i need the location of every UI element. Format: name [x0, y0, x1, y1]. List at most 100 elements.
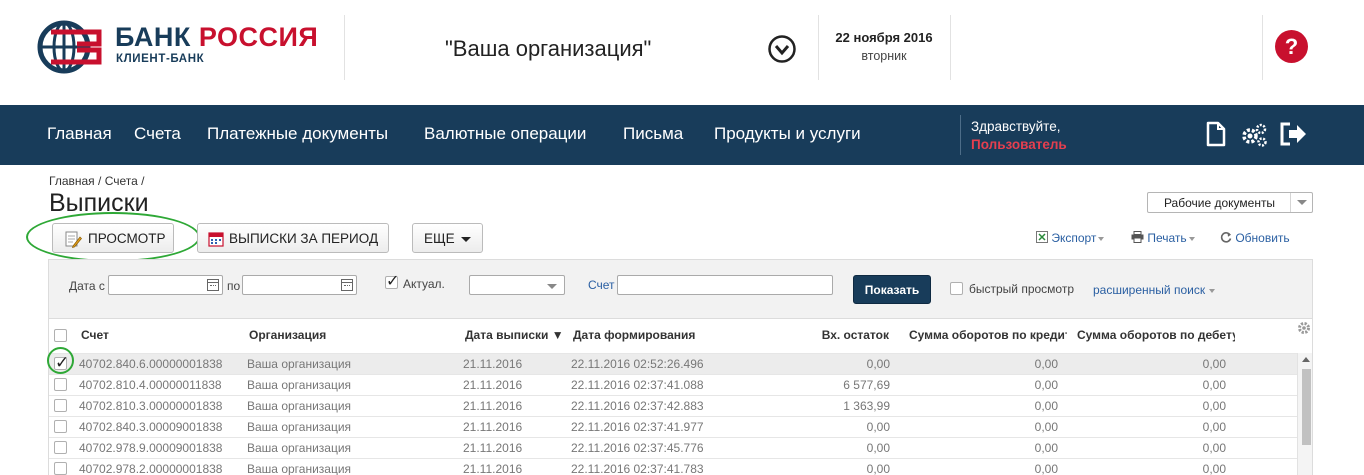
actual-checkbox[interactable]: ✓	[385, 273, 400, 290]
actual-type-select[interactable]	[469, 275, 565, 295]
row-checkbox[interactable]	[54, 420, 67, 433]
organization-name: "Ваша организация"	[445, 36, 652, 61]
cell-statement-date: 21.11.2016	[463, 462, 523, 475]
cell-account: 40702.840.6.00000001838	[79, 357, 223, 371]
nav-item-home[interactable]: Главная	[47, 124, 112, 144]
cell-account: 40702.810.4.00000011838	[79, 378, 222, 392]
row-checkbox[interactable]: ✓	[54, 354, 69, 371]
export-menu[interactable]: Экспорт	[1036, 231, 1105, 245]
period-statements-button[interactable]: ВЫПИСКИ ЗА ПЕРИОД	[197, 223, 389, 253]
table-row[interactable]: 40702.810.4.00000011838 Ваша организация 2…	[49, 374, 1297, 395]
nav-item-letters[interactable]: Письма	[623, 124, 683, 144]
vertical-scrollbar[interactable]	[1297, 353, 1312, 475]
cell-formed-date: 22.11.2016 02:37:41.977	[571, 420, 704, 434]
account-input[interactable]	[617, 275, 833, 295]
column-organization[interactable]: Организация	[249, 328, 326, 342]
greeting-text: Здравствуйте,	[971, 119, 1061, 134]
period-statements-label: ВЫПИСКИ ЗА ПЕРИОД	[229, 231, 379, 246]
nav-item-currency-operations[interactable]: Валютные операции	[424, 124, 586, 144]
calendar-icon	[208, 232, 224, 247]
export-label: Экспорт	[1051, 231, 1097, 245]
breadcrumb-home[interactable]: Главная	[49, 174, 95, 188]
nav-item-payment-docs[interactable]: Платежные документы	[207, 124, 388, 144]
view-button[interactable]: ПРОСМОТР	[52, 223, 174, 253]
column-statement-date[interactable]: Дата выписки ▼	[465, 328, 564, 342]
quick-view-checkbox[interactable]	[950, 282, 963, 295]
quick-view-label: быстрый просмотр	[969, 282, 1075, 296]
table-row[interactable]: 40702.978.2.00000001838 Ваша организация 2…	[49, 458, 1297, 475]
cell-debit-turnover: 0,00	[1202, 357, 1226, 371]
table-header: Счет Организация Дата выписки ▼ Дата фор…	[49, 319, 1312, 353]
chevron-circle-down-icon[interactable]	[767, 34, 797, 64]
scroll-up-icon[interactable]	[1302, 357, 1310, 362]
filter-panel: Дата с по ✓ Актуал. Счет Показать быстры…	[48, 259, 1313, 319]
caret-down-icon	[1098, 236, 1105, 241]
table-row[interactable]: 40702.810.3.00000001838 Ваша организация 2…	[49, 395, 1297, 416]
bank-logo[interactable]: БАНК РОССИЯ КЛИЕНТ-БАНК	[37, 20, 327, 76]
column-opening-balance[interactable]: Вх. остаток	[789, 328, 889, 342]
cell-debit-turnover: 0,00	[1202, 420, 1226, 434]
question-circle-icon[interactable]: ?	[1275, 30, 1308, 63]
actual-label: Актуал.	[403, 277, 445, 291]
calendar-icon[interactable]	[341, 279, 353, 291]
table-row[interactable]: 40702.978.9.00009001838 Ваша организация 2…	[49, 437, 1297, 458]
header: БАНК РОССИЯ КЛИЕНТ-БАНК "Ваша организаци…	[0, 0, 1364, 100]
cell-formed-date: 22.11.2016 02:37:41.088	[571, 378, 704, 392]
document-icon[interactable]	[1206, 121, 1226, 147]
cell-credit-turnover: 0,00	[1034, 420, 1058, 434]
cell-opening-balance: 0,00	[866, 462, 890, 475]
nav-item-products[interactable]: Продукты и услуги	[714, 124, 861, 144]
gear-icon[interactable]	[1297, 321, 1311, 335]
more-dropdown-button[interactable]: ЕЩЕ	[412, 223, 483, 253]
breadcrumb: Главная / Счета /	[49, 174, 144, 188]
globe-logo-icon	[37, 20, 102, 74]
cell-formed-date: 22.11.2016 02:37:41.783	[571, 462, 704, 475]
cell-organization: Ваша организация	[247, 420, 352, 434]
cell-organization: Ваша организация	[247, 357, 352, 371]
documents-filter-select[interactable]: Рабочие документы	[1147, 192, 1313, 213]
date-to-input[interactable]	[242, 275, 357, 295]
advanced-search-label: расширенный поиск	[1093, 283, 1206, 297]
refresh-button[interactable]: Обновить	[1220, 231, 1290, 245]
refresh-label: Обновить	[1235, 231, 1290, 245]
row-checkbox[interactable]	[54, 399, 67, 412]
cell-statement-date: 21.11.2016	[463, 378, 523, 392]
cell-organization: Ваша организация	[247, 399, 352, 413]
user-name-link[interactable]: Пользователь	[971, 137, 1067, 152]
gears-icon[interactable]	[1240, 122, 1268, 148]
column-debit-turnover[interactable]: Сумма оборотов по дебету	[1077, 328, 1235, 342]
cell-organization: Ваша организация	[247, 378, 352, 392]
nav-item-accounts[interactable]: Счета	[134, 124, 181, 144]
select-all-checkbox[interactable]	[54, 329, 67, 342]
check-icon: ✓	[386, 273, 400, 290]
caret-down-icon	[1209, 288, 1216, 293]
column-credit-turnover[interactable]: Сумма оборотов по кредиту	[909, 328, 1067, 342]
table-row[interactable]: ✓ 40702.840.6.00000001838 Ваша организация…	[49, 353, 1297, 374]
logout-icon[interactable]	[1278, 121, 1308, 147]
header-divider	[818, 15, 819, 80]
scrollbar-thumb[interactable]	[1302, 369, 1311, 445]
date-from-input[interactable]	[108, 275, 223, 295]
cell-opening-balance: 6 577,69	[843, 378, 890, 392]
column-formed-date[interactable]: Дата формирования	[573, 328, 695, 342]
show-button[interactable]: Показать	[853, 275, 931, 304]
header-divider	[1262, 15, 1263, 80]
breadcrumb-separator: /	[98, 174, 105, 188]
table-row[interactable]: 40702.840.3.00009001838 Ваша организация 2…	[49, 416, 1297, 437]
row-checkbox[interactable]	[54, 462, 67, 475]
account-label: Счет	[588, 278, 615, 292]
weekday: вторник	[861, 49, 907, 63]
calendar-icon[interactable]	[207, 279, 219, 291]
print-menu[interactable]: Печать	[1131, 231, 1195, 245]
breadcrumb-accounts[interactable]: Счета	[105, 174, 138, 188]
refresh-icon	[1220, 232, 1232, 243]
advanced-search-link[interactable]: расширенный поиск	[1093, 283, 1216, 297]
cell-debit-turnover: 0,00	[1202, 441, 1226, 455]
column-account[interactable]: Счет	[81, 328, 109, 342]
logo-subtitle: КЛИЕНТ-БАНК	[116, 53, 205, 65]
row-checkbox[interactable]	[54, 441, 67, 454]
statements-table: Счет Организация Дата выписки ▼ Дата фор…	[48, 319, 1313, 475]
cell-opening-balance: 1 363,99	[843, 399, 890, 413]
row-checkbox[interactable]	[54, 378, 67, 391]
caret-down-icon	[461, 237, 471, 242]
